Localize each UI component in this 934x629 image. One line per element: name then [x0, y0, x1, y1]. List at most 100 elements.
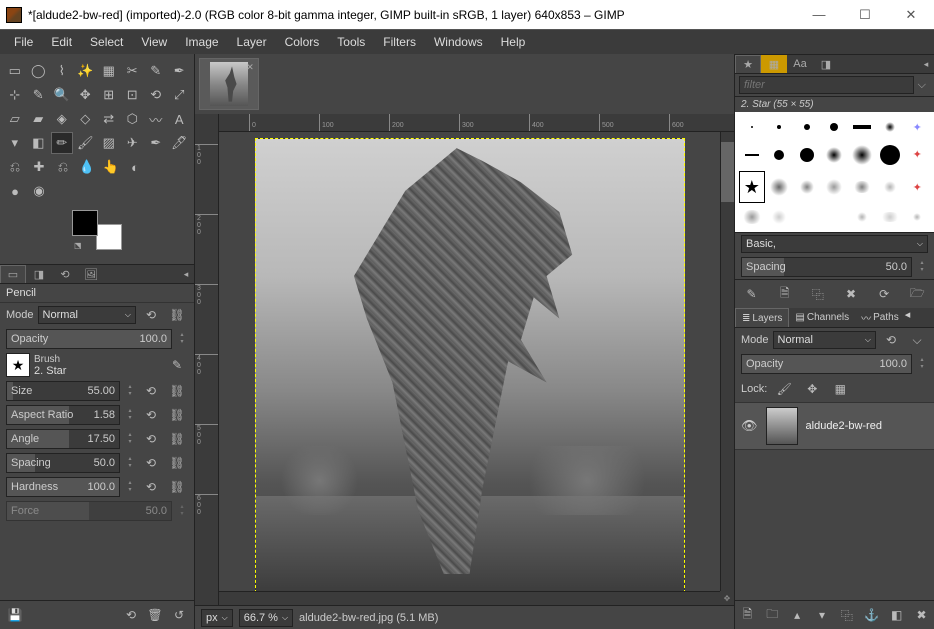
- tool-text[interactable]: A: [169, 108, 191, 130]
- color-swatches[interactable]: ⬔: [72, 210, 122, 250]
- tab-menu-icon[interactable]: ◂: [178, 265, 194, 283]
- hardness-reset-icon[interactable]: ⟲: [140, 477, 162, 497]
- tool-by-color[interactable]: ▦: [98, 60, 120, 82]
- brush-item[interactable]: ✦: [904, 171, 930, 203]
- tab-images[interactable]: 🖼: [78, 265, 104, 283]
- menu-edit[interactable]: Edit: [43, 32, 80, 52]
- tab-layers[interactable]: ≣Layers: [735, 308, 789, 327]
- tool-gradient[interactable]: ◧: [28, 132, 50, 154]
- brush-item[interactable]: [794, 116, 820, 138]
- size-reset-icon[interactable]: ⟲: [140, 381, 162, 401]
- zoom-dropdown[interactable]: 66.7 % ⌵: [239, 609, 293, 627]
- tab-device-status[interactable]: ◨: [26, 265, 52, 283]
- brush-item[interactable]: [767, 116, 793, 138]
- tool-perspective[interactable]: ▰: [28, 108, 50, 130]
- menu-help[interactable]: Help: [493, 32, 534, 52]
- raise-layer-icon[interactable]: ▴: [787, 605, 808, 625]
- brush-item[interactable]: ✦: [904, 140, 930, 169]
- opacity-spinner[interactable]: ▴▾: [176, 332, 188, 346]
- menu-select[interactable]: Select: [82, 32, 131, 52]
- brush-item[interactable]: [822, 140, 848, 169]
- lock-alpha-icon[interactable]: ▦: [829, 379, 851, 399]
- menu-image[interactable]: Image: [177, 32, 226, 52]
- hardness-link-icon[interactable]: ⛓: [166, 477, 188, 497]
- spacing-spinner[interactable]: ▴▾: [124, 456, 136, 470]
- foreground-color[interactable]: [72, 210, 98, 236]
- lock-position-icon[interactable]: ✥: [801, 379, 823, 399]
- chevron-down-icon[interactable]: ⌵: [914, 79, 930, 92]
- tab-brushes[interactable]: ★: [735, 55, 761, 73]
- brush-item[interactable]: [739, 140, 765, 169]
- maximize-button[interactable]: ☐: [842, 0, 888, 29]
- tool-mypaint[interactable]: 🖊: [169, 132, 191, 154]
- navigation-icon[interactable]: ✥: [720, 591, 734, 605]
- tool-shear[interactable]: ▱: [4, 108, 26, 130]
- close-tab-icon[interactable]: ✕: [244, 61, 256, 73]
- mode-reset-icon[interactable]: ⟲: [140, 305, 162, 325]
- menu-view[interactable]: View: [133, 32, 175, 52]
- hardness-slider[interactable]: Hardness 100.0: [6, 477, 120, 497]
- brush-item[interactable]: [739, 205, 765, 228]
- tool-scale[interactable]: ⤢: [169, 84, 191, 106]
- spacing-link-icon[interactable]: ⛓: [166, 453, 188, 473]
- brush-item[interactable]: [767, 205, 793, 228]
- tab-fonts[interactable]: Aa: [787, 55, 813, 73]
- restore-icon[interactable]: ⟲: [120, 605, 142, 625]
- tool-warp[interactable]: 〰: [145, 108, 167, 130]
- tab-patterns[interactable]: ▦: [761, 55, 787, 73]
- tab-channels[interactable]: ▤Channels: [789, 308, 855, 327]
- vertical-scrollbar[interactable]: [720, 132, 734, 591]
- brush-item[interactable]: [822, 116, 848, 138]
- new-brush-icon[interactable]: 🗎: [774, 284, 796, 304]
- tool-dodge[interactable]: ◐: [124, 156, 146, 178]
- tool-extra1[interactable]: ●: [4, 180, 26, 202]
- hardness-spinner[interactable]: ▴▾: [124, 480, 136, 494]
- brush-edit-icon[interactable]: ✎: [166, 355, 188, 375]
- unit-dropdown[interactable]: px ⌵: [201, 609, 233, 627]
- brush-item[interactable]: [849, 140, 875, 169]
- size-slider[interactable]: Size 55.00: [6, 381, 120, 401]
- new-group-icon[interactable]: 🗀: [762, 605, 783, 625]
- layer-mode-dropdown[interactable]: Normal ⌵: [773, 331, 876, 349]
- tool-ellipse-select[interactable]: ◯: [28, 60, 50, 82]
- tab-menu-icon[interactable]: ◂: [905, 308, 911, 327]
- delete-icon[interactable]: 🗑: [144, 605, 166, 625]
- tool-clone[interactable]: ⎌: [4, 156, 26, 178]
- brush-item[interactable]: [849, 205, 875, 228]
- mode-link-icon[interactable]: ⛓: [166, 305, 188, 325]
- tool-align[interactable]: ⊞: [98, 84, 120, 106]
- tab-history[interactable]: ◨: [813, 55, 839, 73]
- tool-pencil[interactable]: ✏: [51, 132, 73, 154]
- layer-opacity-slider[interactable]: Opacity 100.0: [741, 354, 912, 374]
- tool-rotate[interactable]: ⟲: [145, 84, 167, 106]
- tool-eraser[interactable]: ▨: [98, 132, 120, 154]
- tool-move[interactable]: ✥: [75, 84, 97, 106]
- tool-cage[interactable]: ⬡: [122, 108, 144, 130]
- tool-smudge[interactable]: 👆: [100, 156, 122, 178]
- mask-layer-icon[interactable]: ◧: [886, 605, 907, 625]
- minimize-button[interactable]: —: [796, 0, 842, 29]
- angle-link-icon[interactable]: ⛓: [166, 429, 188, 449]
- background-color[interactable]: [96, 224, 122, 250]
- canvas[interactable]: [219, 132, 720, 591]
- brush-filter-input[interactable]: [739, 76, 914, 94]
- spacing-slider[interactable]: Spacing 50.0: [6, 453, 120, 473]
- tool-paths[interactable]: ✒: [169, 60, 191, 82]
- brush-item[interactable]: [904, 205, 930, 228]
- brush-item[interactable]: [849, 171, 875, 203]
- tool-scissors[interactable]: ✂: [122, 60, 144, 82]
- horizontal-ruler[interactable]: 0 100 200 300 400 500 600: [219, 114, 734, 132]
- tool-flip[interactable]: ⇄: [98, 108, 120, 130]
- aspect-spinner[interactable]: ▴▾: [124, 408, 136, 422]
- edit-brush-icon[interactable]: ✎: [741, 284, 763, 304]
- tool-handle[interactable]: ◇: [75, 108, 97, 130]
- layer-item[interactable]: 👁 aldude2-bw-red: [735, 403, 934, 450]
- tool-unified[interactable]: ◈: [51, 108, 73, 130]
- visibility-icon[interactable]: 👁: [741, 418, 758, 434]
- tool-extra2[interactable]: ◉: [28, 180, 50, 202]
- spacing-reset-icon[interactable]: ⟲: [140, 453, 162, 473]
- reset-all-icon[interactable]: ↺: [168, 605, 190, 625]
- tool-free-select[interactable]: ⌇: [51, 60, 73, 82]
- mode-dropdown[interactable]: Normal ⌵: [38, 306, 136, 324]
- tab-menu-icon[interactable]: ◂: [918, 55, 934, 73]
